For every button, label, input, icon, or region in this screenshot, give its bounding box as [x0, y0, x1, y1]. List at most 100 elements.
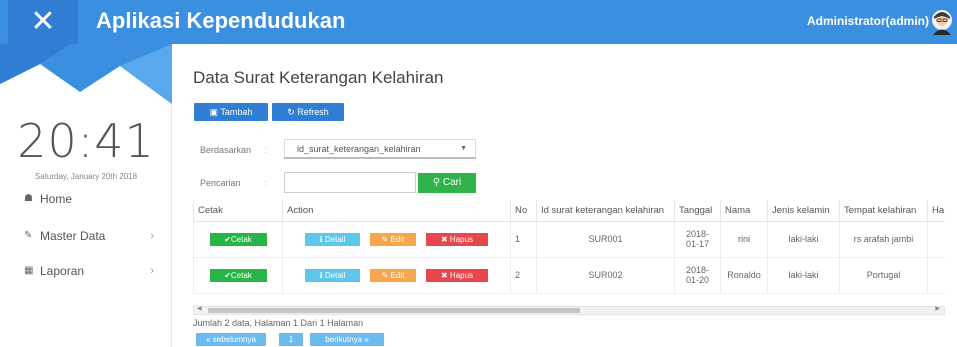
cell-actions: ℹ Detail ✎ Edit ✖ Hapus — [282, 256, 511, 294]
scrollbar-thumb[interactable] — [208, 308, 580, 313]
close-icon: ✕ — [30, 4, 56, 39]
refresh-icon: ↻ — [287, 107, 295, 117]
filter-colon: : — [264, 145, 267, 155]
user-menu[interactable]: Administrator(admin) — [807, 14, 929, 28]
search-icon: ⚲ — [432, 177, 441, 188]
cell-no: 2 — [510, 256, 537, 294]
cell-extra — [927, 256, 945, 294]
close-icon: ✖ — [440, 270, 450, 280]
column-header: Nama — [720, 200, 768, 222]
table-icon: ▦ — [24, 265, 34, 276]
filter-field-value: id_surat_keterangan_kelahiran — [297, 144, 421, 154]
edit-icon: ✎ — [24, 230, 33, 241]
print-button[interactable]: ✔Cetak — [209, 232, 267, 246]
refresh-button[interactable]: ↻ Refresh — [272, 103, 344, 121]
edit-button[interactable]: ✎ Edit — [370, 268, 416, 282]
cell-gender: laki-laki — [767, 256, 840, 294]
plus-icon: ▣ — [209, 107, 219, 117]
search-label: Pencarian — [200, 178, 241, 188]
home-icon: ☗ — [24, 193, 33, 204]
horizontal-scrollbar[interactable]: ◀ ▶ — [193, 306, 945, 315]
delete-label: Hapus — [449, 270, 474, 280]
cell-extra — [927, 220, 945, 258]
cell-birthplace: rs arafah jambi — [839, 220, 928, 258]
cell-no: 1 — [510, 220, 537, 258]
delete-label: Hapus — [449, 234, 474, 244]
date-part: 01-20 — [685, 275, 710, 285]
edit-label: Edit — [390, 234, 405, 244]
column-header: Ha — [927, 200, 945, 222]
add-button[interactable]: ▣ Tambah — [194, 103, 268, 121]
next-page-button[interactable]: berikutnya » — [310, 333, 384, 346]
search-input[interactable] — [284, 172, 416, 193]
cell-id: SUR001 — [536, 220, 675, 258]
table-row: ✔Cetak ℹ Detail ✎ Edit ✖ Hapus 2 SUR002 … — [193, 256, 945, 294]
check-icon: ✔ — [224, 270, 231, 280]
table-row: ✔Cetak ℹ Detail ✎ Edit ✖ Hapus 1 SUR001 … — [193, 220, 945, 258]
search-colon: : — [264, 178, 267, 188]
sidebar-item-label: Master Data — [40, 229, 106, 243]
column-header: Action — [282, 200, 511, 222]
scroll-right-icon[interactable]: ▶ — [935, 305, 940, 312]
column-header: No — [510, 200, 537, 222]
chevron-right-icon: › — [150, 265, 154, 277]
scroll-left-icon[interactable]: ◀ — [197, 305, 202, 312]
date-part: 2018- — [685, 229, 710, 239]
edit-label: Edit — [390, 270, 405, 280]
cell-name: rini — [720, 220, 768, 258]
data-table-container[interactable]: Cetak Action No Id surat keterangan kela… — [193, 200, 945, 296]
cell-gender: laki-laki — [767, 220, 840, 258]
column-header: Tempat kelahiran — [839, 200, 928, 222]
column-header: Tanggal — [674, 200, 721, 222]
sidebar-item-label: Home — [40, 192, 73, 206]
edit-icon: ✎ — [381, 270, 391, 280]
clock-date: Saturday, January 20th 2018 — [34, 172, 138, 181]
date-part: 2018- — [685, 265, 710, 275]
clock-time: 20:41 — [17, 114, 155, 168]
cell-name: Ronaldo — [720, 256, 768, 294]
search-button-label: Cari — [442, 177, 462, 188]
close-icon: ✖ — [440, 234, 450, 244]
cell-date: 2018- 01-17 — [674, 220, 721, 258]
print-label: Cetak — [230, 270, 252, 280]
sidebar-banner — [0, 44, 172, 104]
sidebar: 20:41 Saturday, January 20th 2018 ☗ Home… — [0, 44, 172, 347]
close-sidebar-button[interactable]: ✕ — [8, 0, 78, 44]
app-title[interactable]: Aplikasi Kependudukan — [96, 8, 345, 34]
cell-print: ✔Cetak — [193, 220, 283, 258]
column-header: Jenis kelamin — [767, 200, 840, 222]
print-label: Cetak — [230, 234, 252, 244]
sidebar-item-home[interactable]: ☗ Home — [0, 187, 172, 211]
table-header-row: Cetak Action No Id surat keterangan kela… — [193, 200, 945, 222]
sidebar-item-label: Laporan — [40, 264, 85, 278]
delete-button[interactable]: ✖ Hapus — [426, 232, 489, 246]
cell-print: ✔Cetak — [193, 256, 283, 294]
caret-down-icon: ▼ — [460, 145, 467, 152]
edit-button[interactable]: ✎ Edit — [370, 232, 416, 246]
detail-button[interactable]: ℹ Detail — [304, 268, 360, 282]
page-number-button[interactable]: 1 — [279, 333, 303, 346]
table-summary: Jumlah 2 data, Halaman 1 Dari 1 Halaman — [193, 318, 364, 328]
prev-page-button[interactable]: « sebelumnya — [196, 333, 266, 346]
add-button-label: Tambah — [220, 107, 253, 117]
filter-by-label: Berdasarkan — [200, 145, 252, 155]
detail-label: Detail — [324, 234, 346, 244]
edit-icon: ✎ — [381, 234, 391, 244]
delete-button[interactable]: ✖ Hapus — [426, 268, 489, 282]
sidebar-item-laporan[interactable]: ▦ Laporan › — [0, 259, 172, 283]
print-button[interactable]: ✔Cetak — [209, 268, 267, 282]
filter-field-select[interactable]: id_surat_keterangan_kelahiran ▼ — [284, 139, 476, 159]
cell-actions: ℹ Detail ✎ Edit ✖ Hapus — [282, 220, 511, 258]
detail-button[interactable]: ℹ Detail — [304, 232, 360, 246]
cell-birthplace: Portugal — [839, 256, 928, 294]
cell-id: SUR002 — [536, 256, 675, 294]
column-header: Id surat keterangan kelahiran — [536, 200, 675, 222]
detail-label: Detail — [324, 270, 346, 280]
sidebar-item-master-data[interactable]: ✎ Master Data › — [0, 224, 172, 248]
check-icon: ✔ — [224, 234, 231, 244]
data-table: Cetak Action No Id surat keterangan kela… — [193, 200, 945, 294]
avatar-icon[interactable] — [931, 9, 953, 35]
date-part: 01-17 — [685, 239, 710, 249]
search-button[interactable]: ⚲ Cari — [418, 173, 476, 193]
chevron-right-icon: › — [150, 230, 154, 242]
